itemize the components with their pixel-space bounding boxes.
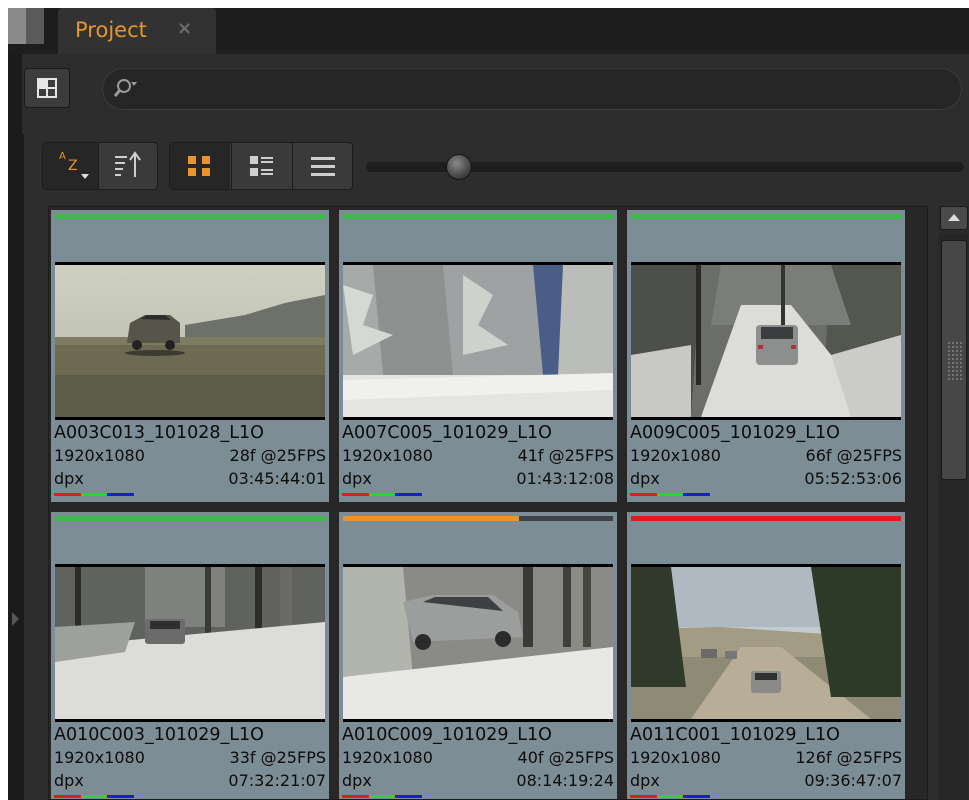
- clip-status-fill: [343, 516, 519, 521]
- clip-card[interactable]: A010C003_101029_L1O 1920x1080 33f @25FPS dp…: [51, 512, 329, 799]
- list-icon: [311, 157, 335, 176]
- clip-status-fill: [631, 214, 901, 219]
- sort-a-label: A: [59, 151, 66, 162]
- search-icon[interactable]: [113, 78, 139, 100]
- clip-frame-rate: 33f @25FPS: [229, 748, 326, 767]
- clip-name: A003C013_101028_L1O: [54, 423, 264, 443]
- thumbnail-size-slider[interactable]: [366, 154, 964, 180]
- clip-name: A010C009_101029_L1O: [342, 725, 552, 745]
- clip-format: dpx: [630, 469, 660, 488]
- clip-card[interactable]: A011C001_101029_L1O 1920x1080 126f @25FPS d…: [627, 512, 905, 799]
- clip-timecode: 08:14:19:24: [516, 771, 614, 790]
- large-grid-icon: [188, 156, 210, 176]
- clip-thumbnail[interactable]: [343, 564, 613, 722]
- rgb-channels-icon: [630, 795, 711, 798]
- expand-arrow-icon[interactable]: [12, 612, 19, 626]
- grid-layout-icon: [37, 78, 57, 98]
- side-collapse-bar[interactable]: [8, 54, 22, 800]
- scroll-up-arrow-icon[interactable]: [940, 206, 968, 230]
- grip-icon: [947, 341, 963, 381]
- clip-status-fill: [631, 516, 901, 521]
- clip-format: dpx: [342, 469, 372, 488]
- sort-direction-button[interactable]: [99, 143, 157, 189]
- clip-resolution: 1920x1080: [54, 748, 145, 767]
- thumbnail-view-button[interactable]: [170, 143, 230, 189]
- view-mode-controls: [169, 142, 353, 190]
- clip-frame-rate: 41f @25FPS: [517, 446, 614, 465]
- clip-status-bar: [55, 516, 325, 521]
- clip-name: A011C001_101029_L1O: [630, 725, 840, 745]
- clip-format: dpx: [54, 771, 84, 790]
- clip-card[interactable]: A003C013_101028_L1O 1920x1080 28f @25FPS dp…: [51, 210, 329, 502]
- clip-status-bar: [631, 516, 901, 521]
- sort-z-label: Z: [68, 158, 78, 174]
- clip-status-fill: [55, 214, 325, 219]
- search-bar[interactable]: [102, 68, 962, 110]
- search-input[interactable]: [143, 75, 947, 105]
- clip-frame-rate: 40f @25FPS: [517, 748, 614, 767]
- clip-resolution: 1920x1080: [342, 446, 433, 465]
- clip-frame-rate: 126f @25FPS: [795, 748, 902, 767]
- clip-format: dpx: [54, 469, 84, 488]
- clip-frame-rate: 28f @25FPS: [229, 446, 326, 465]
- rgb-channels-icon: [630, 493, 711, 496]
- clip-status-fill: [55, 516, 325, 521]
- layout-toggle-button[interactable]: [24, 68, 70, 108]
- clip-thumbnail[interactable]: [55, 564, 325, 722]
- divider: [22, 134, 24, 800]
- detail-grid-view-button[interactable]: [231, 143, 291, 189]
- clip-resolution: 1920x1080: [342, 748, 433, 767]
- tab-bar: Project ×: [8, 8, 969, 54]
- clip-format: dpx: [630, 771, 660, 790]
- clip-thumbnail[interactable]: [631, 564, 901, 722]
- clip-status-bar: [631, 214, 901, 219]
- clip-timecode: 03:45:44:01: [228, 469, 326, 488]
- tab-project[interactable]: Project ×: [58, 8, 216, 54]
- sort-ascending-icon: [115, 151, 141, 177]
- clip-card[interactable]: A007C005_101029_L1O 1920x1080 41f @25FPS dp…: [339, 210, 617, 502]
- clip-card[interactable]: A010C009_101029_L1O 1920x1080 40f @25FPS dp…: [339, 512, 617, 799]
- clip-name: A007C005_101029_L1O: [342, 423, 552, 443]
- clip-timecode: 01:43:12:08: [516, 469, 614, 488]
- rgb-channels-icon: [342, 493, 423, 496]
- clip-timecode: 07:32:21:07: [228, 771, 326, 790]
- rgb-channels-icon: [54, 795, 135, 798]
- clip-thumbnail[interactable]: [343, 262, 613, 420]
- clip-grid: A003C013_101028_L1O 1920x1080 28f @25FPS dp…: [48, 206, 928, 800]
- clip-thumbnail[interactable]: [55, 262, 325, 420]
- clip-frame-rate: 66f @25FPS: [805, 446, 902, 465]
- list-view-button[interactable]: [292, 143, 352, 189]
- clip-timecode: 05:52:53:06: [804, 469, 902, 488]
- project-panel-window: Project × A Z A003C013_101028_L1O 1920x1…: [8, 8, 969, 800]
- project-panel: A Z A003C013_101028_L1O 1920x1080 28f @2…: [22, 54, 969, 800]
- clip-resolution: 1920x1080: [630, 748, 721, 767]
- clip-status-bar: [343, 516, 613, 521]
- detail-grid-icon: [250, 156, 273, 176]
- clip-card[interactable]: A009C005_101029_L1O 1920x1080 66f @25FPS dp…: [627, 210, 905, 502]
- clip-timecode: 09:36:47:07: [804, 771, 902, 790]
- panel-menu-handle[interactable]: [8, 8, 44, 44]
- clip-thumbnail[interactable]: [631, 262, 901, 420]
- chevron-down-icon: [81, 174, 89, 179]
- rgb-channels-icon: [54, 493, 135, 496]
- clip-resolution: 1920x1080: [630, 446, 721, 465]
- rgb-channels-icon: [342, 795, 423, 798]
- clip-resolution: 1920x1080: [54, 446, 145, 465]
- clip-format: dpx: [342, 771, 372, 790]
- sort-alphabetical-button[interactable]: A Z: [43, 143, 99, 189]
- sort-controls: A Z: [42, 142, 158, 190]
- scroll-thumb[interactable]: [941, 240, 967, 480]
- clip-status-bar: [55, 214, 325, 219]
- tab-project-label: Project: [75, 18, 147, 42]
- clip-status-fill: [343, 214, 613, 219]
- clip-status-bar: [343, 214, 613, 219]
- clip-name: A010C003_101029_L1O: [54, 725, 264, 745]
- close-icon[interactable]: ×: [177, 18, 192, 39]
- slider-knob[interactable]: [446, 154, 472, 180]
- vertical-scrollbar[interactable]: [938, 206, 969, 800]
- clip-name: A009C005_101029_L1O: [630, 423, 840, 443]
